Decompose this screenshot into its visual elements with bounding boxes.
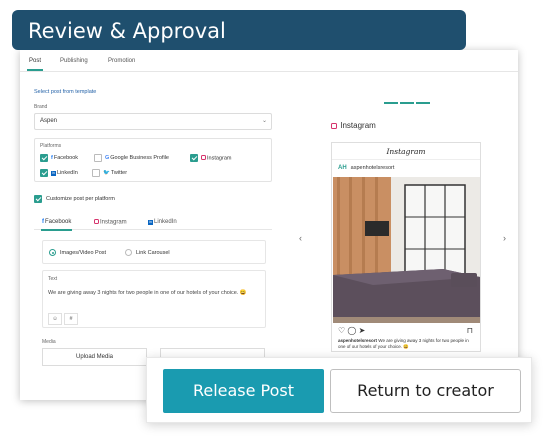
link-carousel-radio[interactable] [125, 249, 132, 256]
caption-user: aspenhotelsresort [338, 338, 378, 343]
post-image [333, 177, 480, 323]
platform-facebook[interactable]: fFacebook [51, 155, 78, 161]
return-to-creator-button[interactable]: Return to creator [330, 369, 521, 413]
avatar: AH [338, 165, 347, 171]
google-checkbox[interactable] [94, 154, 102, 162]
post-type-options: Images/Video Post Link Carousel [42, 240, 266, 264]
post-text-content[interactable]: We are giving away 3 nights for two peop… [48, 290, 262, 297]
images-video-radio[interactable] [49, 249, 56, 256]
heart-icon[interactable]: ♡ [338, 326, 345, 335]
post-text-field[interactable]: Text We are giving away 3 nights for two… [42, 270, 266, 328]
platform-twitter[interactable]: 🐦Twitter [103, 170, 127, 176]
tab-publishing[interactable]: Publishing [60, 58, 88, 64]
preview-platform-label: Instagram [331, 121, 376, 130]
facebook-icon: f [51, 155, 53, 161]
customize-checkbox[interactable] [34, 195, 42, 203]
chevron-down-icon: ⌄ [261, 118, 267, 124]
facebook-checkbox[interactable] [40, 154, 48, 162]
upload-media-button[interactable]: Upload Media [42, 348, 147, 366]
text-label: Text [48, 276, 58, 282]
platforms-label: Platforms [40, 143, 62, 149]
instagram-header: Instagram [332, 143, 480, 160]
instagram-icon [201, 155, 206, 160]
carousel-dot[interactable] [384, 102, 398, 104]
platform-tabs: fFacebook Instagram in LinkedIn [34, 210, 272, 231]
chevron-left-icon[interactable]: ‹ [299, 233, 302, 243]
brand-label: Brand [34, 104, 48, 110]
media-label: Media [42, 339, 56, 345]
tab-instagram[interactable]: Instagram [94, 219, 127, 226]
comment-icon[interactable]: ◯ [347, 326, 356, 335]
preview-account: AH aspenhotelsresort [338, 165, 394, 171]
chevron-right-icon[interactable]: › [503, 233, 506, 243]
linkedin-checkbox[interactable] [40, 169, 48, 177]
post-editor-card: Post Publishing Promotion Select post fr… [20, 50, 518, 400]
twitter-checkbox[interactable] [92, 169, 100, 177]
instagram-preview: Instagram AH aspenhotelsresort ♡ ◯ ➤ ⊓ a… [331, 142, 481, 352]
images-video-label[interactable]: Images/Video Post [60, 250, 106, 256]
platforms-box: Platforms fFacebook GGoogle Business Pro… [34, 138, 272, 182]
share-icon[interactable]: ➤ [359, 326, 366, 335]
facebook-icon: f [42, 219, 44, 225]
tab-linkedin[interactable]: in LinkedIn [148, 219, 177, 225]
page-title-banner: Review & Approval [12, 10, 466, 50]
customize-label: Customize post per platform [46, 196, 115, 202]
tab-promotion[interactable]: Promotion [108, 58, 135, 64]
carousel-dot[interactable] [416, 102, 430, 104]
brand-select[interactable]: Aspen ⌄ [34, 113, 272, 130]
account-name: aspenhotelsresort [350, 165, 395, 171]
carousel-dot[interactable] [400, 102, 414, 104]
post-caption: aspenhotelsresort We are giving away 3 n… [338, 338, 476, 350]
bookmark-icon[interactable]: ⊓ [467, 326, 473, 335]
select-template-link[interactable]: Select post from template [34, 89, 96, 95]
platform-linkedin[interactable]: in LinkedIn [51, 170, 78, 176]
brand-value: Aspen [40, 118, 58, 124]
release-post-button[interactable]: Release Post [163, 369, 324, 413]
tab-facebook[interactable]: fFacebook [40, 219, 73, 231]
platform-instagram[interactable]: Instagram [201, 155, 231, 162]
approval-actions-panel: Release Post Return to creator [146, 357, 532, 423]
link-carousel-label[interactable]: Link Carousel [136, 250, 170, 256]
emoji-button[interactable]: ☺ [48, 313, 62, 325]
linkedin-icon: in [51, 171, 56, 176]
editor-tabs: Post Publishing Promotion [20, 50, 518, 72]
google-icon: G [105, 155, 110, 161]
tab-post[interactable]: Post [26, 58, 44, 71]
hashtag-button[interactable]: # [64, 313, 78, 325]
instagram-icon [331, 122, 337, 129]
linkedin-icon: in [148, 220, 153, 225]
platform-google[interactable]: GGoogle Business Profile [105, 155, 169, 161]
post-actions: ♡ ◯ ➤ [338, 326, 365, 335]
instagram-icon [94, 219, 99, 224]
twitter-icon: 🐦 [103, 170, 110, 176]
instagram-checkbox[interactable] [190, 154, 198, 162]
